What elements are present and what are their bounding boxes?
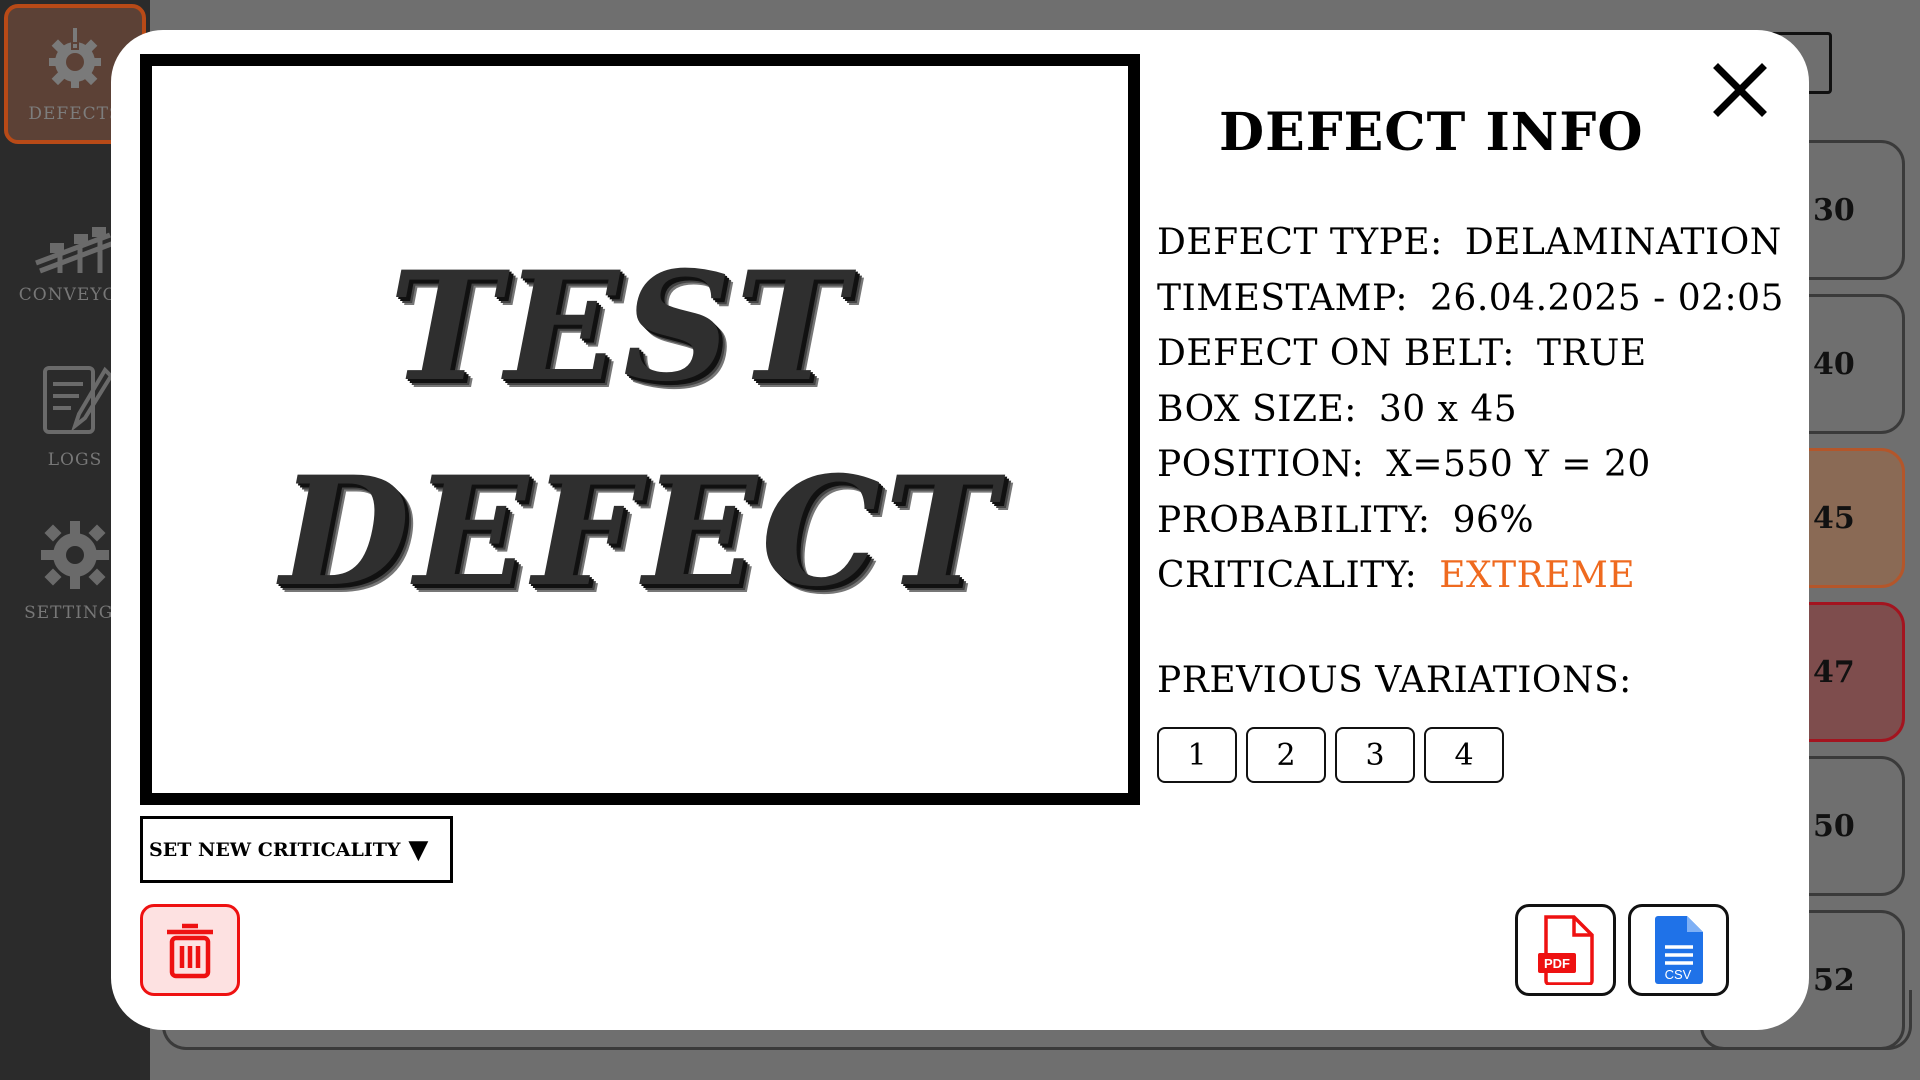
info-row-on-belt: DEFECT ON BELT: TRUE — [1157, 326, 1784, 382]
set-criticality-label: SET NEW CRITICALITY — [149, 838, 401, 861]
csv-label: CSV — [1664, 967, 1691, 982]
info-value: X=550 Y = 20 — [1386, 444, 1651, 485]
pdf-file-icon: PDF — [1537, 915, 1594, 985]
info-value: TRUE — [1536, 333, 1647, 374]
logs-icon — [43, 366, 114, 434]
variation-button-2[interactable]: 2 — [1246, 727, 1326, 783]
defect-info-list: DEFECT TYPE: DELAMINATION TIMESTAMP: 26.04… — [1157, 215, 1784, 604]
variations-group: 1 2 3 4 — [1157, 727, 1504, 783]
info-label: POSITION: — [1157, 444, 1365, 485]
gear-icon — [41, 521, 109, 589]
defect-image: TEST DEFECT — [140, 54, 1140, 805]
info-value: 30 x 45 — [1378, 388, 1518, 430]
info-value: DELAMINATION — [1464, 222, 1782, 263]
export-csv-button[interactable]: CSV — [1628, 904, 1729, 996]
variation-button-4[interactable]: 4 — [1424, 727, 1504, 783]
variation-button-1[interactable]: 1 — [1157, 727, 1237, 783]
info-value: 96% — [1452, 499, 1535, 541]
info-label: CRITICALITY: — [1157, 555, 1418, 596]
pdf-label: PDF — [1544, 956, 1570, 971]
gear-alert-icon — [49, 26, 101, 88]
csv-file-icon: CSV — [1654, 916, 1703, 984]
info-row-probability: PROBABILITY: 96% — [1157, 493, 1784, 549]
info-row-position: POSITION: X=550 Y = 20 — [1157, 437, 1784, 493]
info-label: PROBABILITY: — [1157, 499, 1431, 541]
conveyor-icon — [35, 227, 115, 274]
info-row-criticality: CRITICALITY: EXTREME — [1157, 548, 1784, 604]
caret-down-icon: ▼ — [408, 834, 429, 865]
info-label: BOX SIZE: — [1157, 388, 1357, 430]
export-pdf-button[interactable]: PDF — [1515, 904, 1616, 996]
info-label: DEFECT ON BELT: — [1157, 333, 1515, 374]
variation-button-3[interactable]: 3 — [1335, 727, 1415, 783]
defect-info-modal: TEST DEFECT DEFECT INFO DEFECT TYPE: DELA… — [111, 30, 1809, 1030]
set-criticality-dropdown[interactable]: SET NEW CRITICALITY ▼ — [140, 816, 453, 883]
delete-button[interactable] — [140, 904, 240, 996]
trash-icon — [167, 923, 213, 979]
info-label: DEFECT TYPE: — [1157, 222, 1443, 263]
info-label: TIMESTAMP: — [1157, 277, 1409, 319]
modal-title: DEFECT INFO — [1219, 102, 1644, 163]
info-row-timestamp: TIMESTAMP: 26.04.2025 - 02:05 — [1157, 271, 1784, 327]
info-value: 26.04.2025 - 02:05 — [1430, 277, 1784, 319]
defect-image-text: DEFECT — [279, 444, 1001, 620]
info-row-box-size: BOX SIZE: 30 x 45 — [1157, 382, 1784, 438]
info-row-defect-type: DEFECT TYPE: DELAMINATION — [1157, 215, 1784, 271]
criticality-value: EXTREME — [1439, 555, 1636, 596]
previous-variations-label: PREVIOUS VARIATIONS: — [1157, 660, 1632, 701]
defect-image-text: TEST — [389, 239, 851, 415]
